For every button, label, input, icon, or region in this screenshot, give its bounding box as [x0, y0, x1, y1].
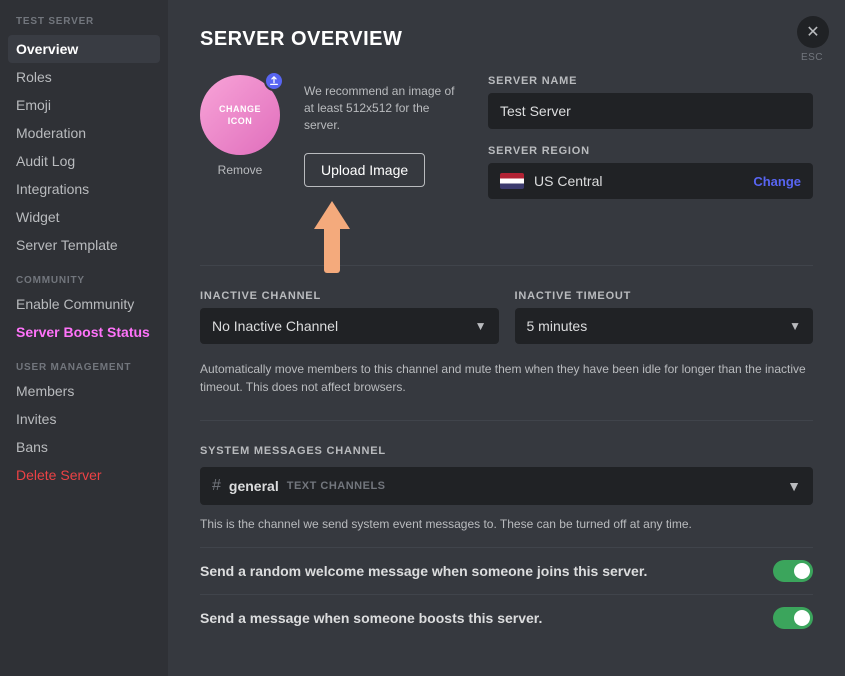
server-name-input[interactable] [488, 93, 813, 129]
upload-image-button[interactable]: Upload Image [304, 153, 425, 187]
region-value: US Central [534, 173, 602, 189]
change-region-button[interactable]: Change [753, 174, 801, 189]
upload-icon [269, 76, 279, 86]
check-icon-2: ✓ [800, 613, 808, 624]
server-region-field: SERVER REGION US Central Change [488, 145, 813, 199]
sidebar-item-bans[interactable]: Bans [8, 433, 160, 461]
upload-arrow [314, 201, 350, 233]
toggle-row-boost: Send a message when someone boosts this … [200, 594, 813, 641]
inactive-channel-select-wrapper: No Inactive Channel ▼ [200, 308, 499, 344]
toggle-boost[interactable]: ✓ [773, 607, 813, 629]
divider-1 [200, 265, 813, 266]
image-hint: We recommend an image of at least 512x51… [304, 83, 464, 133]
inactive-helper-text: Automatically move members to this chann… [200, 360, 813, 396]
sidebar-item-enable-community[interactable]: Enable Community [8, 290, 160, 318]
check-icon: ✓ [800, 566, 808, 577]
region-selector[interactable]: US Central Change [488, 163, 813, 199]
page-title: SERVER OVERVIEW [200, 28, 813, 51]
change-icon-label2: ICON [228, 116, 253, 126]
inactive-timeout-select-wrapper: 5 minutes ▼ [515, 308, 814, 344]
sidebar-item-roles[interactable]: Roles [8, 63, 160, 91]
sidebar-item-server-template[interactable]: Server Template [8, 231, 160, 259]
sidebar-item-members[interactable]: Members [8, 377, 160, 405]
divider-2 [200, 420, 813, 421]
esc-label: ESC [801, 52, 823, 63]
inactive-timeout-label: INACTIVE TIMEOUT [515, 290, 814, 302]
toggle-row-welcome: Send a random welcome message when someo… [200, 547, 813, 594]
system-messages-label: SYSTEM MESSAGES CHANNEL [200, 445, 813, 457]
server-fields: SERVER NAME SERVER REGION US Central Cha… [488, 75, 813, 199]
user-management-section-label: USER MANAGEMENT [8, 346, 160, 377]
inactive-channel-field: INACTIVE CHANNEL No Inactive Channel ▼ [200, 290, 499, 344]
sidebar-item-delete-server[interactable]: Delete Server [8, 461, 160, 489]
sidebar-item-emoji[interactable]: Emoji [8, 91, 160, 119]
server-region-label: SERVER REGION [488, 145, 813, 157]
sidebar-item-audit-log[interactable]: Audit Log [8, 147, 160, 175]
hash-icon: # [212, 477, 221, 495]
inactive-timeout-field: INACTIVE TIMEOUT 5 minutes ▼ [515, 290, 814, 344]
system-channel-select[interactable]: # general TEXT CHANNELS ▼ [200, 467, 813, 505]
toggle-welcome-label: Send a random welcome message when someo… [200, 563, 647, 579]
upload-badge[interactable] [264, 71, 284, 91]
sidebar-item-boost-status[interactable]: Server Boost Status [8, 318, 160, 346]
inactive-channel-label: INACTIVE CHANNEL [200, 290, 499, 302]
us-flag-icon [500, 173, 524, 189]
main-content: ✕ ESC SERVER OVERVIEW CHANGE ICON Remove… [168, 0, 845, 676]
server-name-field: SERVER NAME [488, 75, 813, 129]
sidebar-item-invites[interactable]: Invites [8, 405, 160, 433]
sidebar-item-overview[interactable]: Overview [8, 35, 160, 63]
close-button[interactable]: ✕ [797, 16, 829, 48]
sidebar-item-integrations[interactable]: Integrations [8, 175, 160, 203]
inactive-timeout-select[interactable]: 5 minutes [515, 308, 814, 344]
sidebar: TEST SERVER Overview Roles Emoji Moderat… [0, 0, 168, 676]
remove-link[interactable]: Remove [218, 163, 263, 177]
inactive-channel-select[interactable]: No Inactive Channel [200, 308, 499, 344]
icon-section: CHANGE ICON Remove [200, 75, 280, 177]
sidebar-item-widget[interactable]: Widget [8, 203, 160, 231]
channel-dropdown-icon: ▼ [787, 478, 801, 494]
server-name-label: SERVER NAME [488, 75, 813, 87]
toggle-welcome[interactable]: ✓ [773, 560, 813, 582]
sidebar-item-moderation[interactable]: Moderation [8, 119, 160, 147]
toggle-boost-label: Send a message when someone boosts this … [200, 610, 542, 626]
change-icon-label1: CHANGE [219, 104, 261, 114]
server-icon-wrapper: CHANGE ICON [200, 75, 280, 155]
system-helper-text: This is the channel we send system event… [200, 517, 813, 531]
inactive-section: INACTIVE CHANNEL No Inactive Channel ▼ I… [200, 290, 813, 344]
server-name-label: TEST SERVER [8, 16, 160, 35]
channel-name: general [229, 478, 279, 494]
channel-type: TEXT CHANNELS [287, 480, 386, 492]
community-section-label: COMMUNITY [8, 259, 160, 290]
